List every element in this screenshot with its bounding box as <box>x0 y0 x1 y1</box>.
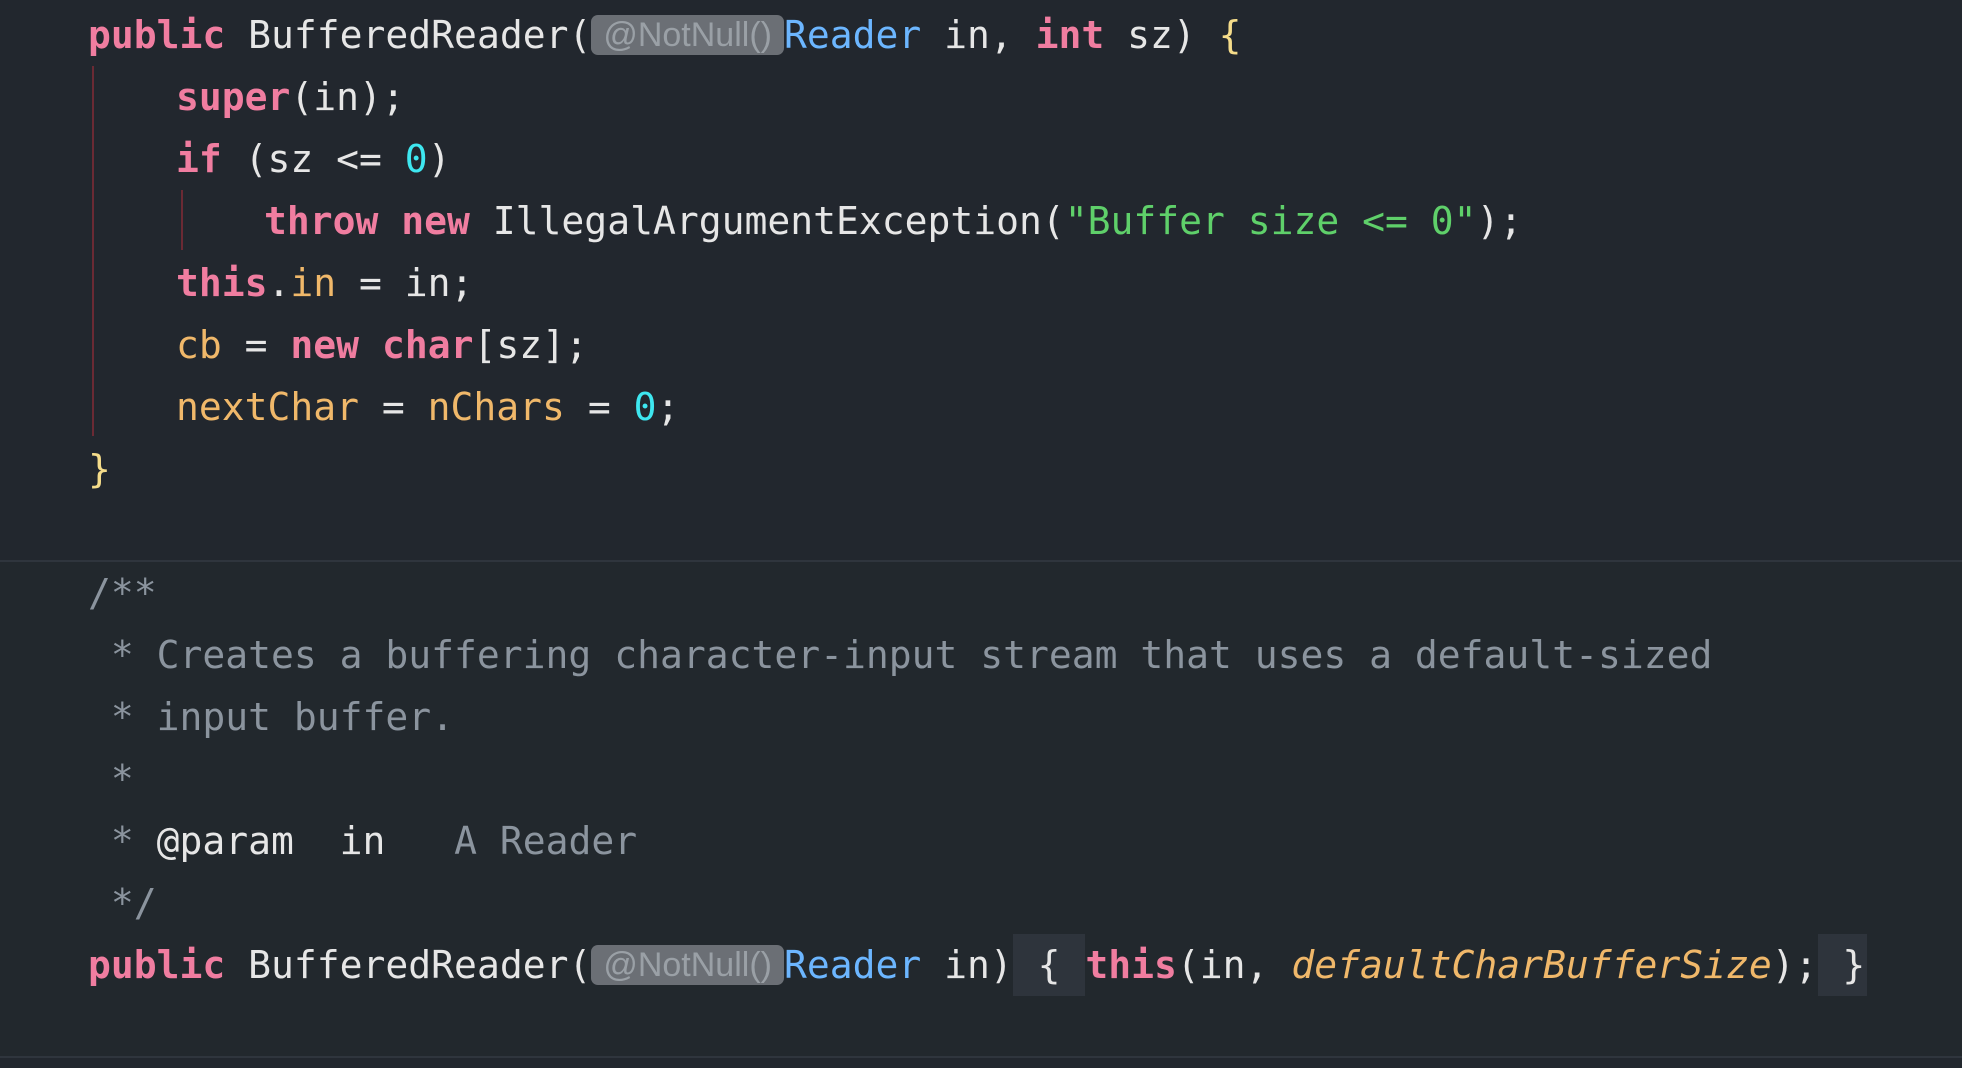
number-zero: 0 <box>633 385 657 429</box>
keyword-this: this <box>176 261 268 305</box>
code-line-if[interactable]: if (sz <= 0) <box>176 128 451 190</box>
param-in: in, <box>921 13 1036 57</box>
javadoc-param-tag: @param <box>156 819 294 863</box>
open-brace: { <box>1218 13 1242 57</box>
field-cb: cb <box>176 323 222 367</box>
folded-close-brace[interactable]: } <box>1817 934 1868 996</box>
code-line-constructor-default[interactable]: public BufferedReader(@NotNull() Reader i… <box>88 934 1868 996</box>
keyword-super: super <box>176 75 291 119</box>
number-zero: 0 <box>404 137 428 181</box>
constructor-name: BufferedReader( <box>225 943 592 987</box>
javadoc-line-1: * Creates a buffering character-input st… <box>88 633 1713 677</box>
code-editor[interactable]: public BufferedReader(@NotNull() Reader i… <box>0 0 1962 1068</box>
keyword-new: new <box>401 199 470 243</box>
type-reader: Reader <box>783 13 922 57</box>
code-line-this-in[interactable]: this.in = in; <box>176 252 473 314</box>
code-line-super[interactable]: super(in); <box>176 66 405 128</box>
javadoc-line-3: * <box>88 757 134 801</box>
keyword-if: if <box>176 137 222 181</box>
string-literal: "Buffer size <= 0" <box>1064 199 1477 243</box>
javadoc-param-name: in <box>293 819 386 863</box>
if-condition: (sz <= <box>221 137 405 181</box>
indent-guide-if-body <box>181 190 183 250</box>
param-sz: sz) <box>1104 13 1219 57</box>
type-reader: Reader <box>783 943 922 987</box>
keyword-new: new <box>290 323 360 367</box>
javadoc-close: */ <box>88 881 157 925</box>
keyword-public: public <box>88 13 226 57</box>
assign-op: = <box>221 323 291 367</box>
notnull-annotation-hint[interactable]: @NotNull() <box>591 944 784 985</box>
dot: . <box>267 261 291 305</box>
code-line-throw[interactable]: throw new IllegalArgumentException("Buff… <box>264 190 1522 252</box>
separator-bottom <box>0 1056 1962 1058</box>
code-line-constructor-sz[interactable]: public BufferedReader(@NotNull() Reader i… <box>88 4 1242 66</box>
keyword-int: int <box>1035 13 1105 57</box>
constructor-name: BufferedReader( <box>225 13 592 57</box>
javadoc-param-line: * @param in A Reader <box>88 810 637 872</box>
semicolon: ; <box>656 385 680 429</box>
param-in: in) <box>921 943 1013 987</box>
if-close-paren: ) <box>427 137 451 181</box>
code-line-nextchar[interactable]: nextChar = nChars = 0; <box>176 376 679 438</box>
super-args: (in); <box>290 75 405 119</box>
keyword-this: this <box>1085 943 1177 987</box>
array-size: [sz]; <box>473 323 588 367</box>
code-line-cb[interactable]: cb = new char[sz]; <box>176 314 588 376</box>
throw-end: ); <box>1476 199 1523 243</box>
code-line-close-brace[interactable]: } <box>88 438 111 500</box>
assign-op-2: = <box>564 385 634 429</box>
javadoc-line-2: * input buffer. <box>88 695 455 739</box>
close-brace: } <box>88 447 111 491</box>
indent-guide-method-body <box>92 66 94 436</box>
keyword-char: char <box>381 323 474 367</box>
this-args-open: (in, <box>1176 943 1292 987</box>
static-field-default-buffer-size: defaultCharBufferSize <box>1291 943 1772 987</box>
folded-open-brace[interactable]: { <box>1012 934 1086 996</box>
assign-in: = in; <box>336 261 474 305</box>
javadoc-star: * <box>88 819 157 863</box>
exception-class: IllegalArgumentException( <box>469 199 1065 243</box>
field-in: in <box>290 261 337 305</box>
javadoc-open: /** <box>88 571 157 615</box>
field-nextchar: nextChar <box>176 385 360 429</box>
javadoc-param-desc: A Reader <box>385 819 638 863</box>
keyword-throw: throw <box>264 199 379 243</box>
field-nchars: nChars <box>427 385 565 429</box>
keyword-public: public <box>88 943 226 987</box>
assign-op-1: = <box>359 385 428 429</box>
this-args-close: ); <box>1771 943 1818 987</box>
notnull-annotation-hint[interactable]: @NotNull() <box>591 14 784 55</box>
